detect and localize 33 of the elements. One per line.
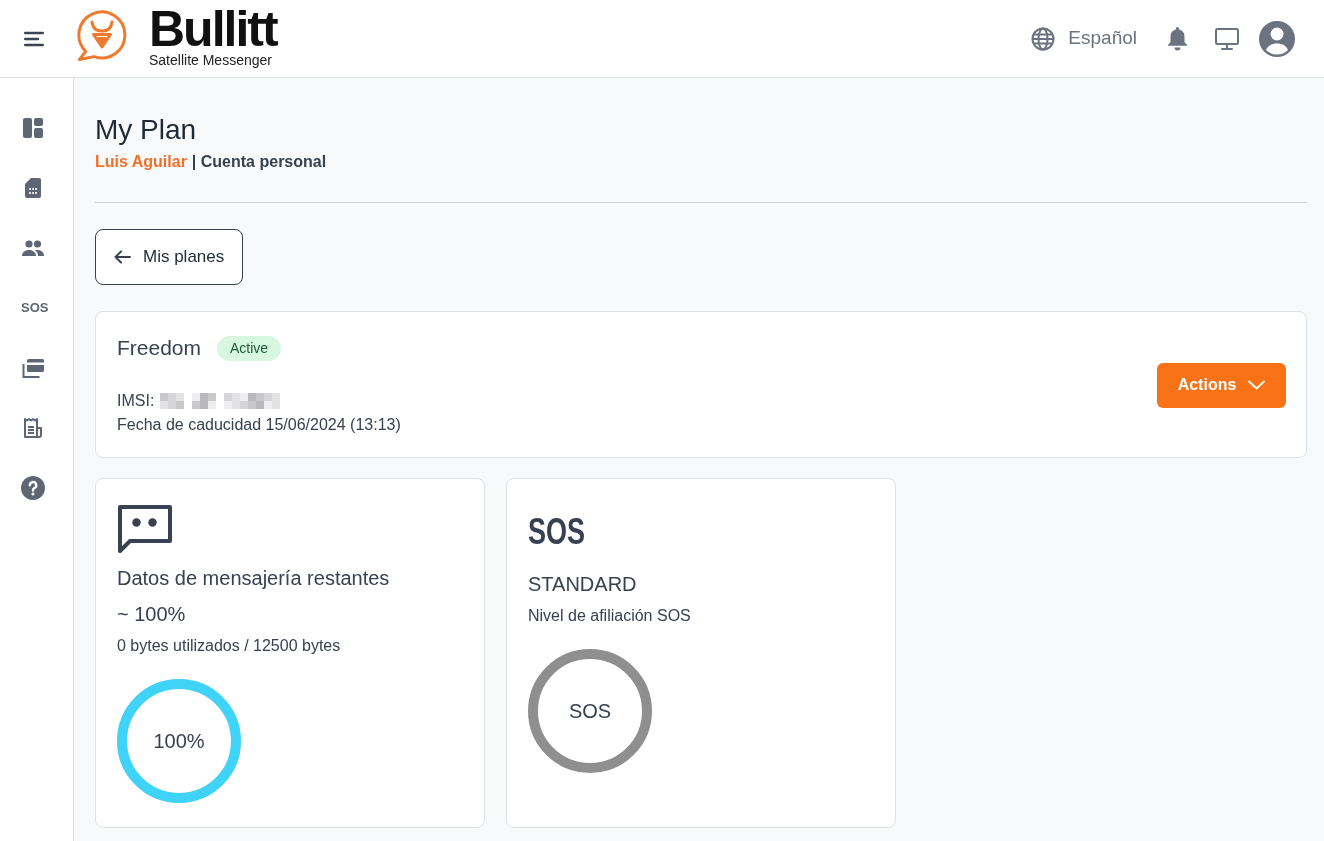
menu-icon[interactable]	[24, 30, 44, 47]
chevron-down-icon	[1248, 380, 1266, 390]
stat-detail: Nivel de afiliación SOS	[528, 606, 691, 626]
back-button[interactable]: Mis planes	[95, 229, 244, 285]
status-badge: Active	[217, 335, 282, 361]
ring-label: SOS	[568, 699, 612, 723]
stacked-cards-icon[interactable]	[21, 356, 45, 380]
expiry-date: Fecha de caducidad 15/06/2024 (13:13)	[117, 415, 401, 435]
imsi-label: IMSI:	[117, 391, 155, 411]
plan-name: Freedom	[117, 335, 202, 361]
stat-value: ~ 100%	[117, 602, 186, 626]
sos-nav-link[interactable]: SOS	[21, 300, 49, 316]
arrow-left-icon	[114, 250, 131, 264]
sos-logo: SOS	[528, 514, 585, 550]
stat-title: Datos de mensajería restantes	[117, 566, 390, 590]
globe-icon	[1031, 26, 1056, 51]
stat-detail: 0 bytes utilizados / 12500 bytes	[117, 636, 341, 656]
logo-tagline: Satellite Messenger	[149, 51, 272, 68]
logo-wordmark: Bullitt	[149, 3, 277, 54]
page-title: My Plan	[95, 113, 197, 147]
dashboard-icon[interactable]	[21, 116, 45, 140]
account-type: | Cuenta personal	[191, 152, 327, 172]
logo-icon	[75, 10, 129, 62]
monitor-icon[interactable]	[1214, 26, 1240, 51]
user-avatar-icon[interactable]	[1259, 20, 1295, 57]
receipt-icon[interactable]	[21, 416, 45, 440]
chat-bubble-icon	[117, 504, 173, 554]
stat-title: STANDARD	[528, 572, 637, 596]
bell-icon[interactable]	[1166, 26, 1189, 51]
ring-label: 100%	[153, 729, 205, 753]
user-name: Luis Aguilar	[95, 152, 187, 172]
help-icon[interactable]	[21, 476, 45, 500]
language-selector[interactable]: Español	[1031, 24, 1137, 53]
